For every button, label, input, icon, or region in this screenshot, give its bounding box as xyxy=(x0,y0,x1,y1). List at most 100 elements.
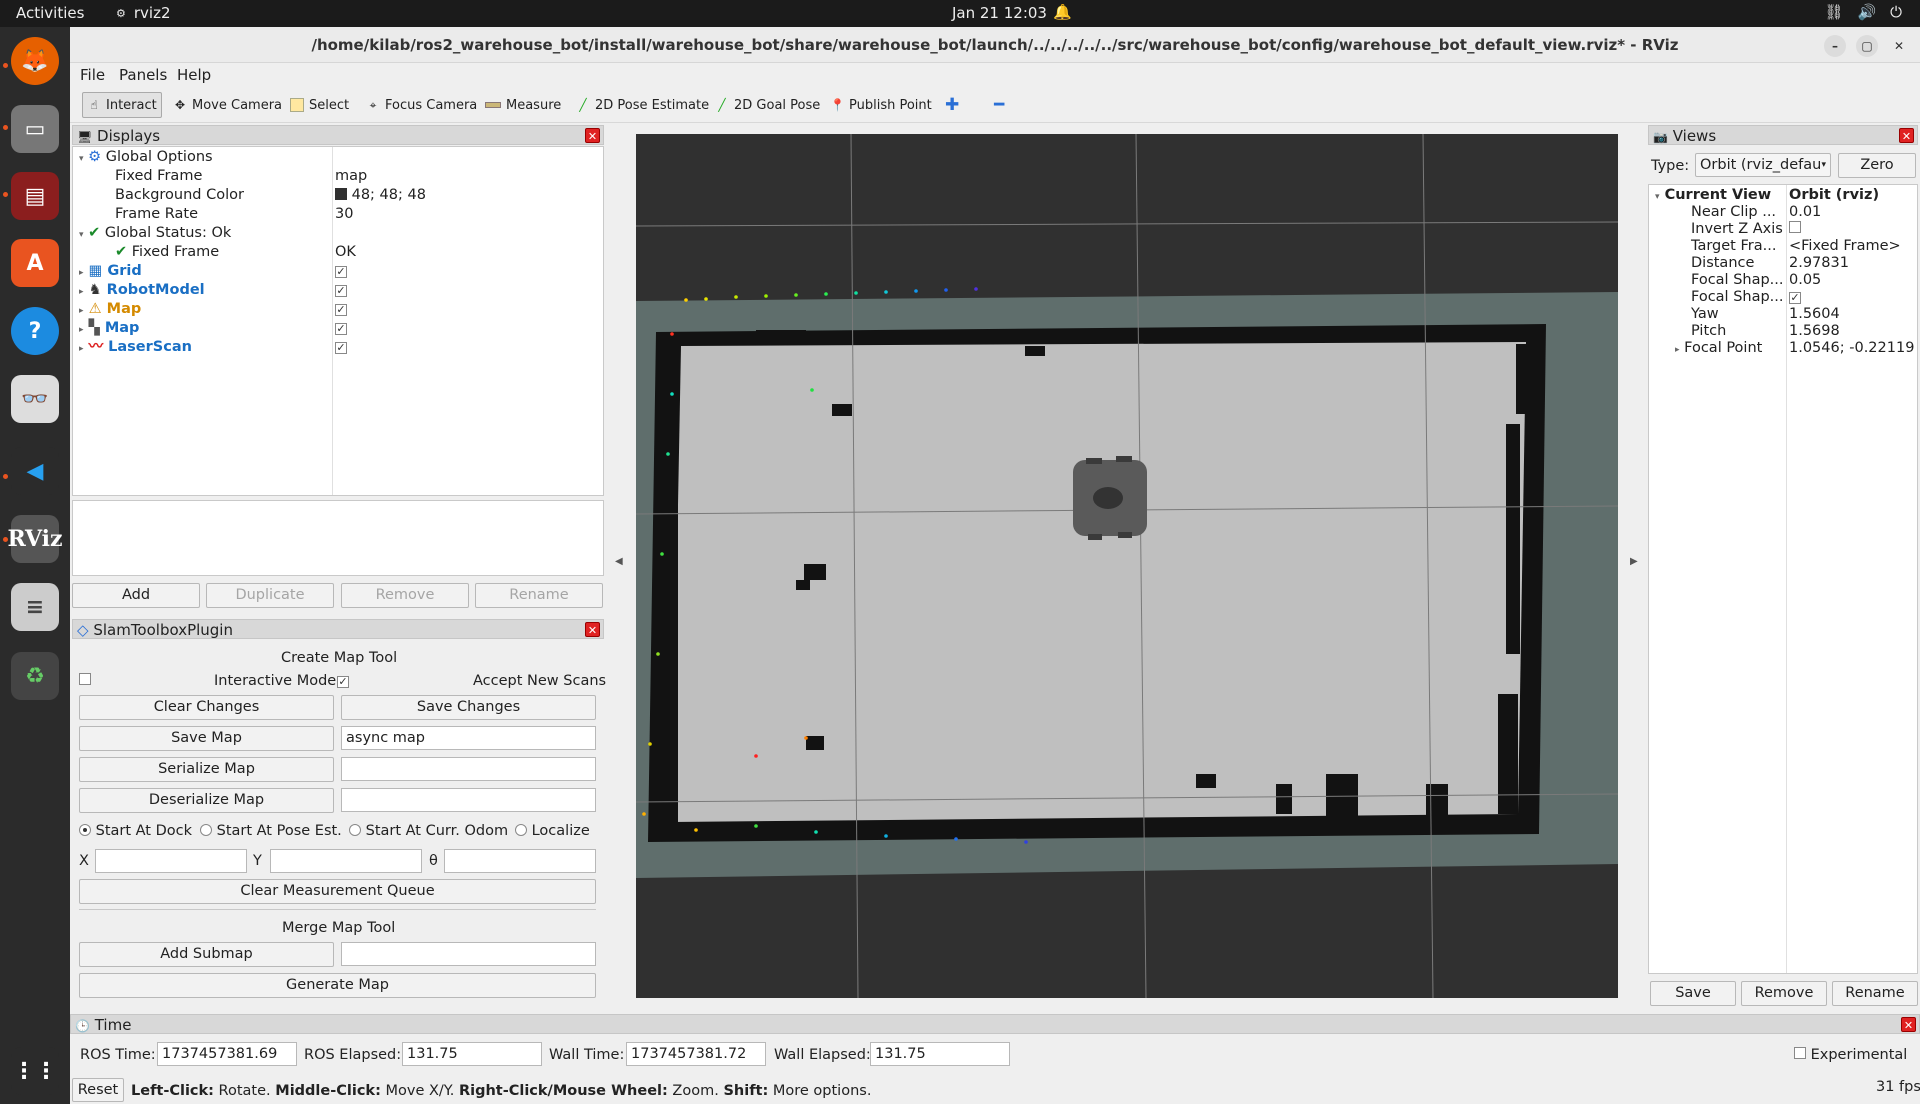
help-icon[interactable]: ? xyxy=(11,307,59,355)
wall-time-field[interactable]: 1737457381.72 xyxy=(626,1042,766,1066)
focal-point-row[interactable]: ▸ Focal Point xyxy=(1675,339,1762,358)
3d-viewport[interactable] xyxy=(636,134,1618,998)
y-input[interactable] xyxy=(270,849,422,873)
map-checkbox[interactable]: ✓ xyxy=(335,319,347,338)
save-map-name-input[interactable]: async map xyxy=(341,726,596,750)
radio-button[interactable] xyxy=(349,824,361,836)
tree-row-frame-rate[interactable]: Frame Rate xyxy=(115,205,198,224)
tree-row-laserscan[interactable]: ▸ 〰 LaserScan xyxy=(79,338,192,357)
save-view-button[interactable]: Save xyxy=(1650,981,1736,1006)
x-input[interactable] xyxy=(95,849,247,873)
theta-input[interactable] xyxy=(444,849,596,873)
frame-rate-value[interactable]: 30 xyxy=(335,205,353,224)
checkbox[interactable]: ✓ xyxy=(335,266,347,278)
ros-elapsed-field[interactable]: 131.75 xyxy=(402,1042,542,1066)
firefox-icon[interactable]: 🦊 xyxy=(11,37,59,85)
vscode-icon[interactable]: ◀ xyxy=(11,447,59,495)
localize-radio[interactable]: Localize xyxy=(515,822,590,840)
system-tray[interactable]: ⛓ 🔊 ⏻ xyxy=(1824,3,1902,21)
app-center-icon[interactable]: A xyxy=(11,239,59,287)
select-tool[interactable]: Select xyxy=(286,92,353,118)
tree-row-fixed-frame[interactable]: Fixed Frame xyxy=(115,167,202,186)
submap-input[interactable] xyxy=(341,942,596,966)
measure-tool[interactable]: Measure xyxy=(481,92,565,118)
deserialize-map-input[interactable] xyxy=(341,788,596,812)
remove-tool-button[interactable]: ━ xyxy=(990,92,1008,118)
show-apps-icon[interactable]: ⋮⋮ xyxy=(11,1047,59,1095)
close-button[interactable]: ✕ xyxy=(1888,35,1910,57)
robotmodel-checkbox[interactable]: ✓ xyxy=(335,281,347,300)
zero-button[interactable]: Zero xyxy=(1838,153,1916,178)
checkbox[interactable]: ✓ xyxy=(335,304,347,316)
checkbox[interactable] xyxy=(1794,1047,1806,1059)
interact-tool[interactable]: ☝ Interact xyxy=(82,92,162,118)
trash-icon[interactable]: ♻ xyxy=(11,652,59,700)
document-viewer-icon[interactable]: 👓 xyxy=(11,375,59,423)
tree-row-background-color[interactable]: Background Color xyxy=(115,186,244,205)
interactive-mode-checkbox[interactable] xyxy=(79,672,91,690)
clear-changes-button[interactable]: Clear Changes xyxy=(79,695,334,720)
app-menu[interactable]: ⚙ rviz2 xyxy=(116,4,171,22)
radio-button[interactable] xyxy=(515,824,527,836)
maximize-button[interactable]: ▢ xyxy=(1856,35,1878,57)
focus-camera-tool[interactable]: ⌖ Focus Camera xyxy=(362,92,481,118)
ros-time-field[interactable]: 1737457381.69 xyxy=(157,1042,297,1066)
move-camera-tool[interactable]: ✥ Move Camera xyxy=(169,92,286,118)
close-icon[interactable]: ✕ xyxy=(585,622,600,637)
rename-display-button[interactable]: Rename xyxy=(475,583,603,608)
tree-row-grid[interactable]: ▸ ▦ Grid xyxy=(79,262,142,281)
tree-row-fixed-frame-status[interactable]: ✔ Fixed Frame xyxy=(115,243,219,262)
tree-row-map-warning[interactable]: ▸ ⚠ Map xyxy=(79,300,141,319)
tree-row-global-options[interactable]: ▾ ⚙ Global Options xyxy=(79,148,213,167)
checkbox[interactable]: ✓ xyxy=(1789,292,1801,304)
terminal-icon[interactable]: ▤ xyxy=(11,172,59,220)
focal-point-value[interactable]: 1.0546; -0.22119... xyxy=(1789,339,1915,358)
serialize-map-button[interactable]: Serialize Map xyxy=(79,757,334,782)
add-display-button[interactable]: Add xyxy=(72,583,200,608)
checkbox[interactable]: ✓ xyxy=(335,323,347,335)
clear-measurement-queue-button[interactable]: Clear Measurement Queue xyxy=(79,879,596,904)
wall-elapsed-field[interactable]: 131.75 xyxy=(870,1042,1010,1066)
serialize-map-input[interactable] xyxy=(341,757,596,781)
duplicate-display-button[interactable]: Duplicate xyxy=(206,583,334,608)
close-icon[interactable]: ✕ xyxy=(1899,128,1914,143)
add-submap-button[interactable]: Add Submap xyxy=(79,942,334,967)
pose-estimate-tool[interactable]: ╱ 2D Pose Estimate xyxy=(572,92,713,118)
checkbox[interactable]: ✓ xyxy=(337,676,349,688)
minimize-button[interactable]: – xyxy=(1824,35,1846,57)
remove-view-button[interactable]: Remove xyxy=(1741,981,1827,1006)
reset-button[interactable]: Reset xyxy=(72,1078,124,1102)
publish-point-tool[interactable]: 📍 Publish Point xyxy=(826,92,936,118)
deserialize-map-button[interactable]: Deserialize Map xyxy=(79,788,334,813)
background-color-value[interactable]: 48; 48; 48 xyxy=(335,186,426,205)
generate-map-button[interactable]: Generate Map xyxy=(79,973,596,998)
fixed-frame-value[interactable]: map xyxy=(335,167,367,186)
tree-row-map[interactable]: ▸ ▚ Map xyxy=(79,319,139,338)
files-icon[interactable]: ▭ xyxy=(11,105,59,153)
laserscan-checkbox[interactable]: ✓ xyxy=(335,338,347,357)
checkbox[interactable] xyxy=(79,673,91,685)
menu-file[interactable]: File xyxy=(80,66,105,84)
close-icon[interactable]: ✕ xyxy=(585,128,600,143)
radio-button[interactable] xyxy=(200,824,212,836)
checkbox[interactable] xyxy=(1789,221,1801,233)
goal-pose-tool[interactable]: ╱ 2D Goal Pose xyxy=(711,92,824,118)
save-map-button[interactable]: Save Map xyxy=(79,726,334,751)
map-warning-checkbox[interactable]: ✓ xyxy=(335,300,347,319)
view-type-select[interactable]: Orbit (rviz_defau ▾ xyxy=(1695,153,1831,177)
accept-new-scans-checkbox[interactable]: ✓ xyxy=(337,672,349,690)
menu-panels[interactable]: Panels xyxy=(119,66,167,84)
experimental-checkbox[interactable]: Experimental xyxy=(1794,1046,1907,1064)
collapse-left-arrow-icon[interactable]: ◀ xyxy=(615,556,623,567)
remove-display-button[interactable]: Remove xyxy=(341,583,469,608)
close-icon[interactable]: ✕ xyxy=(1901,1017,1916,1032)
checkbox[interactable]: ✓ xyxy=(335,285,347,297)
collapse-right-arrow-icon[interactable]: ▶ xyxy=(1630,556,1638,567)
start-at-pose-radio[interactable]: Start At Pose Est. xyxy=(200,822,342,840)
text-editor-icon[interactable]: ≡ xyxy=(11,583,59,631)
checkbox[interactable]: ✓ xyxy=(335,342,347,354)
clock[interactable]: Jan 21 12:03 xyxy=(952,4,1047,22)
menu-help[interactable]: Help xyxy=(177,66,211,84)
add-tool-button[interactable]: ✚ xyxy=(941,92,963,118)
save-changes-button[interactable]: Save Changes xyxy=(341,695,596,720)
